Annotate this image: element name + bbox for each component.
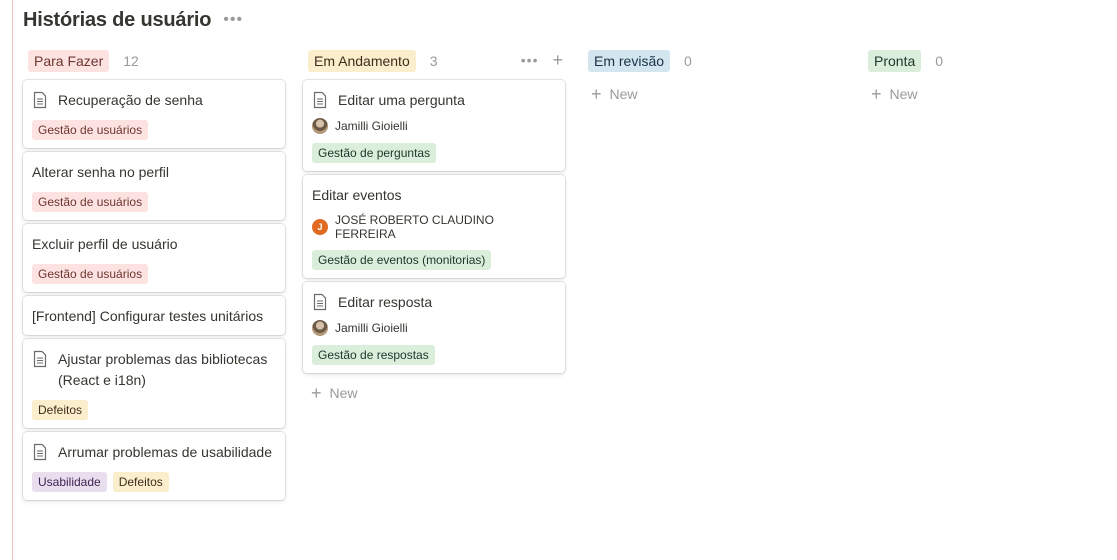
assignee: J JOSÉ ROBERTO CLAUDINO FERREIRA (312, 213, 556, 241)
story-card[interactable]: [Frontend] Configurar testes unitários (23, 296, 285, 335)
assignee: Jamilli Gioielli (312, 320, 556, 336)
card-title: [Frontend] Configurar testes unitários (32, 308, 264, 324)
card-title-row: [Frontend] Configurar testes unitários (32, 306, 276, 327)
avatar (312, 320, 328, 336)
card-tags: Gestão de usuários (32, 120, 276, 140)
card-title: Ajustar problemas das bibliotecas (React… (58, 351, 268, 388)
story-card[interactable]: Ajustar problemas das bibliotecas (React… (23, 339, 285, 428)
plus-icon: + (591, 84, 602, 104)
card-title-row: Recuperação de senha (32, 90, 276, 111)
column-header: Pronta 0 (863, 48, 1117, 74)
card-title-row: Arrumar problemas de usabilidade (32, 442, 276, 463)
card-list: Editar uma pergunta Jamilli Gioielli Gestã… (303, 80, 567, 373)
new-card-button[interactable]: + New (303, 379, 567, 407)
story-card[interactable]: Recuperação de senha Gestão de usuários (23, 80, 285, 148)
card-title: Arrumar problemas de usabilidade (58, 444, 272, 460)
story-card[interactable]: Alterar senha no perfil Gestão de usuário… (23, 152, 285, 220)
card-title-row: Excluir perfil de usuário (32, 234, 276, 255)
column-status-tag[interactable]: Pronta (868, 50, 922, 72)
tag-badge: Gestão de usuários (32, 120, 149, 140)
card-tags: Gestão de usuários (32, 264, 276, 284)
board-column: Pronta 0 + New (863, 48, 1117, 108)
tag-badge: Defeitos (112, 472, 169, 492)
card-title-row: Editar uma pergunta (312, 90, 556, 111)
story-card[interactable]: Editar eventos J JOSÉ ROBERTO CLAUDINO FER… (303, 175, 565, 278)
column-count: 3 (429, 53, 438, 69)
card-title-row: Ajustar problemas das bibliotecas (React… (32, 349, 276, 391)
column-actions: ••• + (521, 51, 563, 69)
column-status-tag[interactable]: Para Fazer (28, 50, 110, 72)
avatar: J (312, 219, 328, 235)
card-title-row: Alterar senha no perfil (32, 162, 276, 183)
assignee-name: Jamilli Gioielli (335, 321, 408, 335)
card-title: Excluir perfil de usuário (32, 236, 178, 252)
column-count: 12 (123, 53, 139, 69)
column-header: Em revisão 0 (583, 48, 847, 74)
card-tags: Gestão de usuários (32, 192, 276, 212)
card-title: Alterar senha no perfil (32, 164, 169, 180)
column-header: Para Fazer 12 (23, 48, 287, 74)
story-card[interactable]: Excluir perfil de usuário Gestão de usuár… (23, 224, 285, 292)
card-title: Editar uma pergunta (338, 92, 465, 108)
card-title-row: Editar resposta (312, 292, 556, 313)
column-status-tag[interactable]: Em revisão (588, 50, 671, 72)
card-tags: Gestão de eventos (monitorias) (312, 250, 556, 270)
card-title: Editar resposta (338, 294, 433, 310)
add-icon[interactable]: + (552, 51, 563, 69)
card-title: Editar eventos (312, 187, 402, 203)
document-icon (312, 293, 328, 311)
tag-badge: Defeitos (32, 400, 89, 420)
board-column: Para Fazer 12 Recuperação de senha Gestão d… (23, 48, 287, 504)
story-card[interactable]: Editar resposta Jamilli Gioielli Gestão de… (303, 282, 565, 373)
card-tags: Usabilidade Defeitos (32, 472, 276, 492)
avatar (312, 118, 328, 134)
tag-badge: Gestão de usuários (32, 192, 149, 212)
more-options-icon[interactable]: ••• (223, 12, 243, 28)
card-title: Recuperação de senha (58, 92, 203, 108)
new-card-button[interactable]: + New (863, 80, 1117, 108)
plus-icon: + (871, 84, 882, 104)
assignee-name: JOSÉ ROBERTO CLAUDINO FERREIRA (335, 213, 494, 241)
document-icon (32, 350, 48, 368)
column-count: 0 (684, 53, 692, 69)
tag-badge: Gestão de usuários (32, 264, 149, 284)
card-title-row: Editar eventos (312, 185, 556, 206)
tag-badge: Gestão de perguntas (312, 143, 437, 163)
card-tags: Gestão de respostas (312, 345, 556, 365)
plus-icon: + (311, 383, 322, 403)
new-card-label: New (609, 86, 638, 102)
card-tags: Gestão de perguntas (312, 143, 556, 163)
column-count: 0 (935, 53, 944, 69)
column-header: Em Andamento 3 ••• + (303, 48, 567, 74)
new-card-label: New (329, 385, 358, 401)
tag-badge: Gestão de eventos (monitorias) (312, 250, 492, 270)
assignee: Jamilli Gioielli (312, 118, 556, 134)
more-options-icon[interactable]: ••• (521, 52, 539, 68)
card-tags: Defeitos (32, 400, 276, 420)
tag-badge: Usabilidade (32, 472, 107, 492)
document-icon (32, 443, 48, 461)
document-icon (32, 91, 48, 109)
board-column: Em Andamento 3 ••• + Editar uma pergunta Jami… (303, 48, 567, 407)
new-card-label: New (889, 86, 918, 102)
board-column: Em revisão 0 + New (583, 48, 847, 108)
tag-badge: Gestão de respostas (312, 345, 435, 365)
column-status-tag[interactable]: Em Andamento (308, 50, 416, 72)
page-left-border (12, 0, 13, 560)
story-card[interactable]: Editar uma pergunta Jamilli Gioielli Gestã… (303, 80, 565, 171)
page-header: Histórias de usuário ••• (23, 6, 243, 34)
card-list: Recuperação de senha Gestão de usuários Al… (23, 80, 287, 500)
new-card-button[interactable]: + New (583, 80, 847, 108)
story-card[interactable]: Arrumar problemas de usabilidade Usabilid… (23, 432, 285, 500)
page-title: Histórias de usuário (23, 8, 212, 31)
document-icon (312, 91, 328, 109)
assignee-name: Jamilli Gioielli (335, 119, 408, 133)
